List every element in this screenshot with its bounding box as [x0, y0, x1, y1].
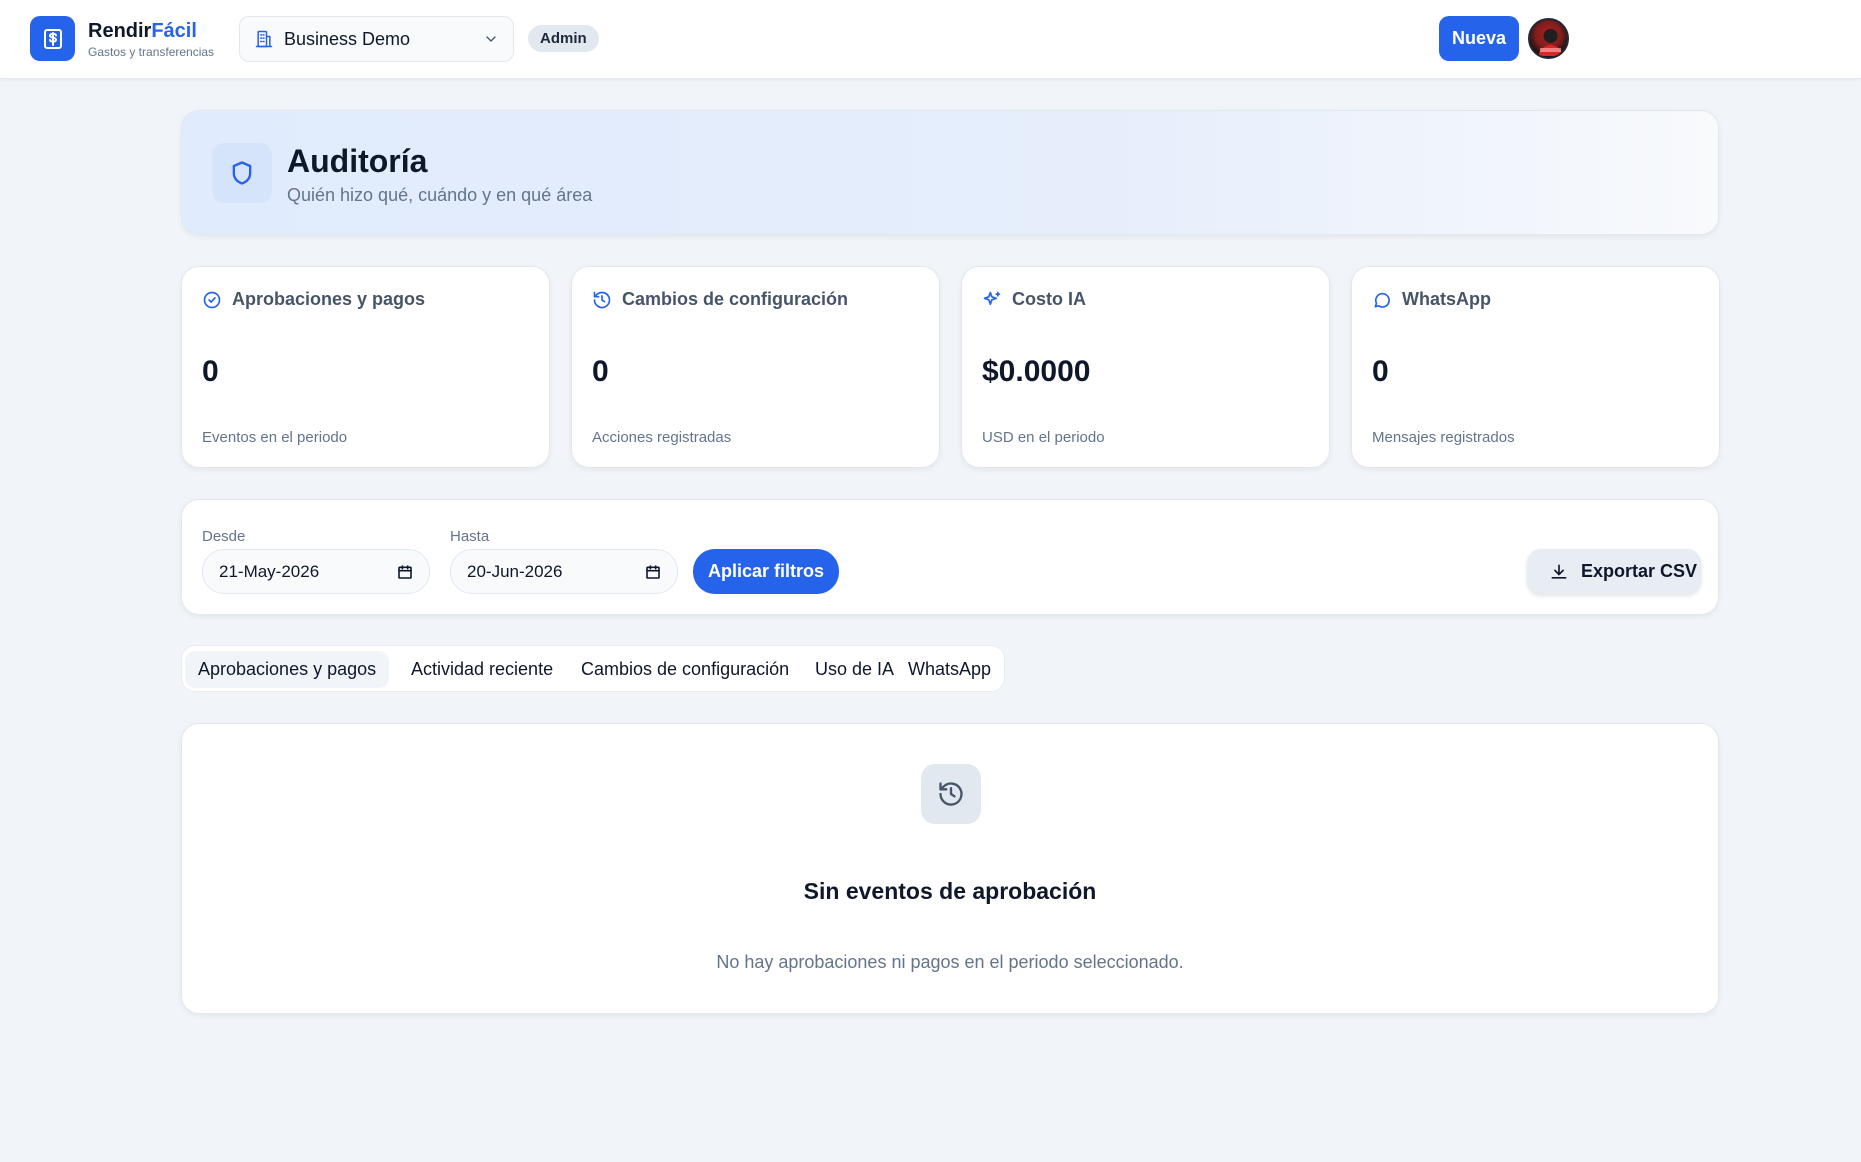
page-title: Auditoría — [287, 143, 428, 179]
stat-card-approvals: Aprobaciones y pagos 0 Eventos en el per… — [181, 266, 550, 468]
calendar-icon[interactable] — [397, 564, 413, 580]
stat-card-ai-cost: Costo IA $0.0000 USD en el periodo — [961, 266, 1330, 468]
brand-subtitle: Gastos y transferencias — [88, 45, 215, 59]
stat-value: 0 — [202, 355, 219, 388]
brand-name-part2: Fácil — [151, 20, 197, 42]
organization-select[interactable]: Business Demo — [239, 16, 514, 62]
stat-value: 0 — [1372, 355, 1389, 388]
history-icon — [939, 782, 963, 806]
user-avatar[interactable] — [1528, 18, 1569, 59]
from-date-label: Desde — [202, 528, 246, 545]
empty-state-message: No hay aprobaciones ni pagos en el perio… — [716, 952, 1184, 972]
brand: RendirFácil Gastos y transferencias — [88, 19, 214, 59]
stat-value: $0.0000 — [982, 355, 1091, 388]
from-date-input[interactable]: 21-May-2026 — [202, 549, 430, 594]
chat-bubble-icon — [1374, 292, 1390, 308]
shield-icon-box — [212, 143, 272, 203]
export-csv-button[interactable]: Exportar CSV — [1527, 549, 1701, 594]
role-badge: Admin — [528, 25, 599, 52]
stat-value: 0 — [592, 355, 609, 388]
avatar-image — [1538, 29, 1563, 56]
chevron-down-icon — [486, 36, 496, 42]
stat-title: WhatsApp — [1402, 289, 1491, 309]
page-subtitle: Quién hizo qué, cuándo y en qué área — [287, 185, 593, 205]
stat-caption: Acciones registradas — [592, 429, 732, 446]
empty-state-icon-box — [921, 764, 981, 824]
stat-card-whatsapp: WhatsApp 0 Mensajes registrados — [1351, 266, 1720, 468]
history-icon — [593, 291, 611, 308]
stat-caption: Eventos en el periodo — [202, 429, 348, 446]
stat-caption: Mensajes registrados — [1372, 429, 1515, 446]
tab-bar: Aprobaciones y pagos Actividad reciente … — [181, 645, 1005, 692]
sparkles-icon — [983, 291, 1001, 305]
app-logo[interactable] — [30, 16, 75, 61]
tab-approvals-payments[interactable]: Aprobaciones y pagos — [185, 651, 390, 688]
tab-whatsapp[interactable]: WhatsApp — [895, 651, 1004, 688]
export-csv-label: Exportar CSV — [1581, 561, 1698, 581]
tab-recent-activity[interactable]: Actividad reciente — [398, 651, 566, 688]
brand-name: RendirFácil — [88, 19, 214, 43]
brand-name-part1: Rendir — [88, 20, 152, 42]
shield-icon — [232, 161, 252, 185]
organization-select-value: Business Demo — [284, 28, 411, 49]
download-icon — [1551, 564, 1567, 579]
new-button[interactable]: Nueva — [1439, 16, 1519, 61]
stat-title: Aprobaciones y pagos — [232, 289, 426, 309]
tab-ai-usage[interactable]: Uso de IA — [802, 651, 907, 688]
from-date-value: 21-May-2026 — [219, 561, 320, 581]
to-date-value: 20-Jun-2026 — [467, 561, 563, 581]
stat-title: Costo IA — [1012, 289, 1086, 309]
stat-title: Cambios de configuración — [622, 289, 849, 309]
dollar-document-icon — [43, 28, 62, 49]
empty-state-title: Sin eventos de aprobación — [803, 878, 1097, 904]
check-circle-icon — [203, 291, 221, 308]
building-icon — [255, 30, 273, 48]
apply-filters-button[interactable]: Aplicar filtros — [693, 549, 839, 594]
empty-state-card: Sin eventos de aprobación No hay aprobac… — [181, 723, 1719, 1014]
stat-caption: USD en el periodo — [982, 429, 1105, 446]
top-bar: RendirFácil Gastos y transferencias Busi… — [0, 0, 1861, 79]
to-date-input[interactable]: 20-Jun-2026 — [450, 549, 678, 594]
stat-card-config-changes: Cambios de configuración 0 Acciones regi… — [571, 266, 940, 468]
filter-bar: Desde 21-May-2026 Hasta 20-Jun-2026 Apli… — [181, 499, 1719, 615]
calendar-icon[interactable] — [645, 564, 661, 580]
tab-config-changes[interactable]: Cambios de configuración — [568, 651, 802, 688]
page-header: Auditoría Quién hizo qué, cuándo y en qu… — [181, 110, 1719, 235]
to-date-label: Hasta — [450, 528, 490, 545]
